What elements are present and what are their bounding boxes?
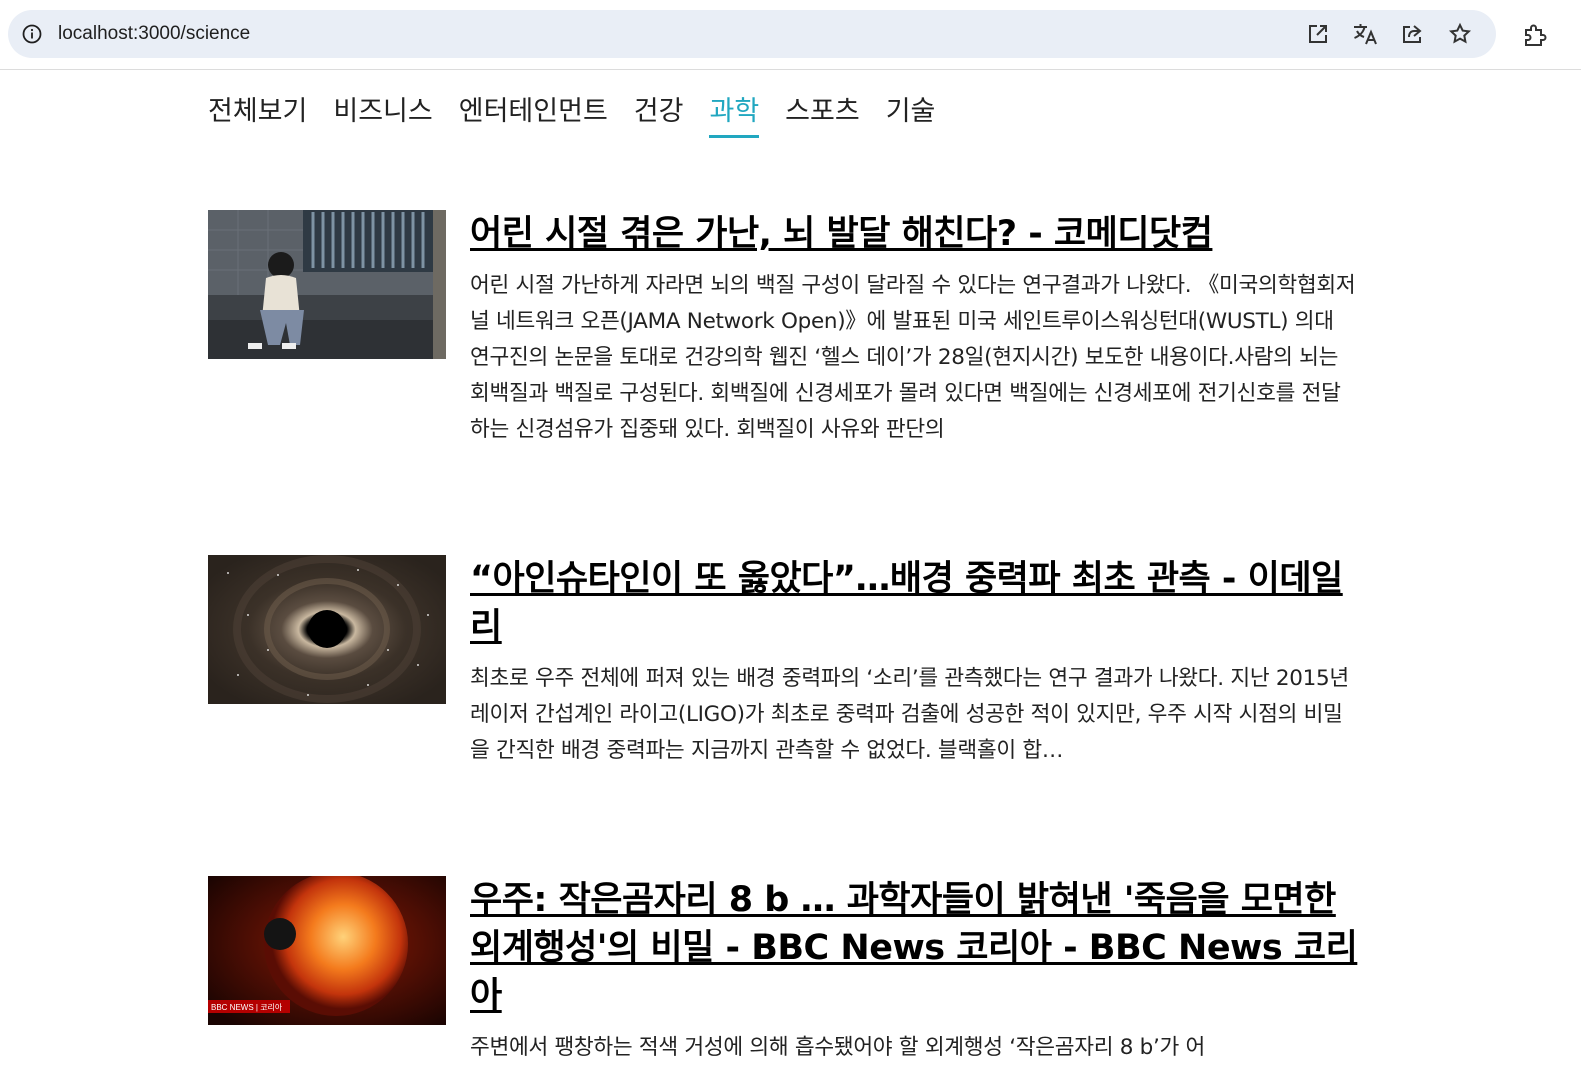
article-description: 주변에서 팽창하는 적색 거성에 의해 흡수됐어야 할 외계행성 ‘작은곰자리 … bbox=[470, 1035, 1206, 1060]
nav-item-business[interactable]: 비즈니스 bbox=[333, 92, 432, 138]
article-body: 우주: 작은곰자리 8 b … 과학자들이 밝혀낸 '죽음을 모면한 외계행성'… bbox=[470, 876, 1358, 1066]
category-nav: 전체보기 비즈니스 엔터테인먼트 건강 과학 스포츠 기술 bbox=[208, 92, 935, 142]
article-description: 어린 시절 가난하게 자라면 뇌의 백질 구성이 달라질 수 있다는 연구결과가… bbox=[470, 273, 1356, 442]
nav-item-health[interactable]: 건강 bbox=[634, 92, 684, 138]
open-in-new-window-icon[interactable] bbox=[1306, 22, 1330, 46]
nav-item-science[interactable]: 과학 bbox=[709, 92, 760, 138]
nav-item-entertainment[interactable]: 엔터테인먼트 bbox=[459, 92, 608, 138]
extensions-puzzle-icon[interactable] bbox=[1522, 22, 1548, 48]
site-info-icon[interactable] bbox=[22, 24, 42, 44]
nav-item-sports[interactable]: 스포츠 bbox=[785, 92, 860, 138]
nav-item-all[interactable]: 전체보기 bbox=[208, 92, 307, 138]
article-description: 최초로 우주 전체에 퍼져 있는 배경 중력파의 ‘소리’를 관측했다는 연구 … bbox=[470, 666, 1349, 763]
article-thumbnail[interactable]: BBC NEWS | 코리아 bbox=[208, 876, 446, 1025]
url-text[interactable]: localhost:3000/science bbox=[58, 10, 250, 58]
article-thumbnail[interactable] bbox=[208, 210, 446, 359]
article-title-link[interactable]: “아인슈타인이 또 옳았다”…배경 중력파 최초 관측 - 이데일리 bbox=[470, 555, 1358, 651]
image-caption-text: BBC NEWS | 코리아 bbox=[211, 1002, 283, 1012]
browser-toolbar: localhost:3000/science bbox=[0, 0, 1581, 70]
translate-icon[interactable] bbox=[1352, 22, 1380, 46]
address-bar[interactable]: localhost:3000/science bbox=[8, 10, 1496, 58]
article-body: 어린 시절 겪은 가난, 뇌 발달 해친다? - 코메디닷컴 어린 시절 가난하… bbox=[470, 210, 1358, 448]
article-thumbnail[interactable] bbox=[208, 555, 446, 704]
bookmark-star-icon[interactable] bbox=[1448, 22, 1472, 46]
share-icon[interactable] bbox=[1400, 22, 1424, 46]
nav-item-technology[interactable]: 기술 bbox=[886, 92, 936, 138]
article-title-link[interactable]: 어린 시절 겪은 가난, 뇌 발달 해친다? - 코메디닷컴 bbox=[470, 210, 1358, 258]
article-title-link[interactable]: 우주: 작은곰자리 8 b … 과학자들이 밝혀낸 '죽음을 모면한 외계행성'… bbox=[470, 876, 1358, 1020]
article-body: “아인슈타인이 또 옳았다”…배경 중력파 최초 관측 - 이데일리 최초로 우… bbox=[470, 555, 1358, 769]
